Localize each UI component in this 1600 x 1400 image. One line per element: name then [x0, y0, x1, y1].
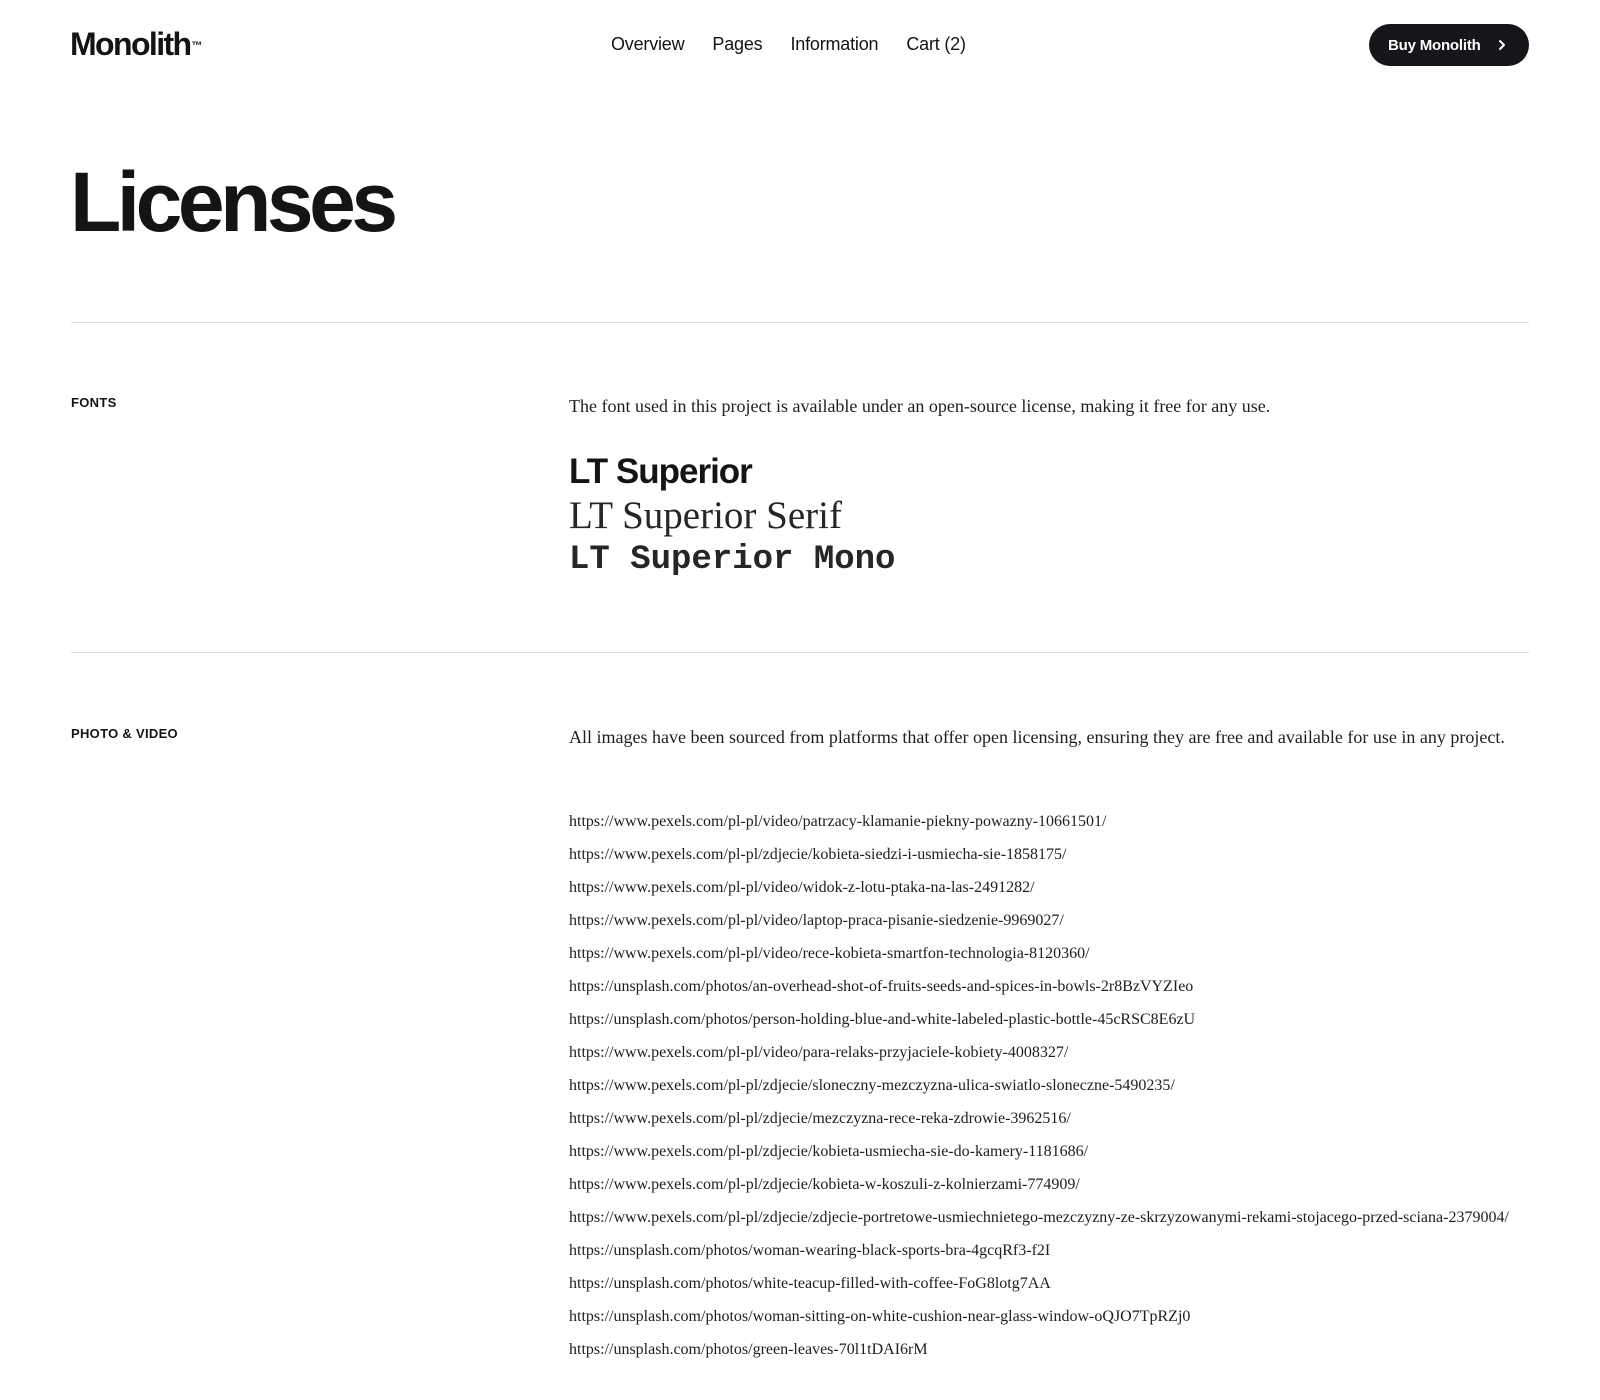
source-link[interactable]: https://unsplash.com/photos/green-leaves…: [569, 1341, 928, 1358]
list-item: https://unsplash.com/photos/woman-sittin…: [569, 1305, 1529, 1329]
source-link[interactable]: https://www.pexels.com/pl-pl/zdjecie/kob…: [569, 1176, 1080, 1193]
source-link[interactable]: https://www.pexels.com/pl-pl/video/widok…: [569, 879, 1035, 896]
list-item: https://unsplash.com/photos/woman-wearin…: [569, 1239, 1529, 1263]
logo-trademark: ™: [191, 40, 203, 52]
source-link[interactable]: https://unsplash.com/photos/person-holdi…: [569, 1011, 1195, 1028]
source-link[interactable]: https://www.pexels.com/pl-pl/zdjecie/kob…: [569, 846, 1067, 863]
list-item: https://www.pexels.com/pl-pl/video/rece-…: [569, 942, 1529, 966]
page-title: Licenses: [70, 155, 398, 249]
list-item: https://www.pexels.com/pl-pl/zdjecie/zdj…: [569, 1206, 1529, 1230]
main-nav: Overview Pages Information Cart (2): [611, 33, 966, 55]
list-item: https://unsplash.com/photos/green-leaves…: [569, 1338, 1529, 1362]
list-item: https://www.pexels.com/pl-pl/zdjecie/slo…: [569, 1074, 1529, 1098]
source-link[interactable]: https://www.pexels.com/pl-pl/zdjecie/slo…: [569, 1077, 1175, 1094]
source-link[interactable]: https://unsplash.com/photos/white-teacup…: [569, 1275, 1051, 1292]
list-item: https://www.pexels.com/pl-pl/video/widok…: [569, 876, 1529, 900]
logo-text: Monolith: [70, 26, 192, 62]
source-link[interactable]: https://www.pexels.com/pl-pl/video/para-…: [569, 1044, 1068, 1061]
list-item: https://www.pexels.com/pl-pl/video/lapto…: [569, 909, 1529, 933]
logo[interactable]: Monolith™: [70, 26, 202, 62]
font-sample-mono: LT Superior Mono: [569, 541, 896, 579]
nav-cart[interactable]: Cart (2): [906, 33, 966, 55]
nav-overview[interactable]: Overview: [611, 33, 685, 55]
source-link[interactable]: https://www.pexels.com/pl-pl/zdjecie/mez…: [569, 1110, 1071, 1127]
fonts-section-label: FONTS: [71, 395, 117, 410]
source-link[interactable]: https://unsplash.com/photos/woman-sittin…: [569, 1308, 1190, 1325]
list-item: https://www.pexels.com/pl-pl/video/para-…: [569, 1041, 1529, 1065]
list-item: https://unsplash.com/photos/person-holdi…: [569, 1008, 1529, 1032]
buy-monolith-button[interactable]: Buy Monolith: [1369, 24, 1529, 66]
list-item: https://www.pexels.com/pl-pl/zdjecie/kob…: [569, 1140, 1529, 1164]
font-sample-serif: LT Superior Serif: [569, 494, 842, 537]
list-item: https://unsplash.com/photos/an-overhead-…: [569, 975, 1529, 999]
divider-top: [71, 322, 1529, 323]
font-sample-sans: LT Superior: [569, 452, 753, 491]
site-header: Monolith™ Overview Pages Information Car…: [0, 0, 1600, 90]
source-link[interactable]: https://www.pexels.com/pl-pl/video/rece-…: [569, 945, 1090, 962]
nav-information[interactable]: Information: [790, 33, 878, 55]
source-link[interactable]: https://www.pexels.com/pl-pl/video/lapto…: [569, 912, 1064, 929]
buy-button-label: Buy Monolith: [1388, 36, 1481, 54]
photo-video-intro: All images have been sourced from platfo…: [569, 727, 1505, 747]
divider-middle: [71, 652, 1529, 653]
source-link[interactable]: https://www.pexels.com/pl-pl/zdjecie/kob…: [569, 1143, 1088, 1160]
source-link[interactable]: https://unsplash.com/photos/woman-wearin…: [569, 1242, 1050, 1259]
source-link[interactable]: https://www.pexels.com/pl-pl/video/patrz…: [569, 813, 1106, 830]
chevron-right-icon: [1499, 40, 1505, 50]
source-link-list: https://www.pexels.com/pl-pl/video/patrz…: [569, 810, 1529, 1371]
list-item: https://www.pexels.com/pl-pl/video/patrz…: [569, 810, 1529, 834]
list-item: https://www.pexels.com/pl-pl/zdjecie/kob…: [569, 843, 1529, 867]
source-link[interactable]: https://unsplash.com/photos/an-overhead-…: [569, 978, 1193, 995]
list-item: https://www.pexels.com/pl-pl/zdjecie/kob…: [569, 1173, 1529, 1197]
list-item: https://www.pexels.com/pl-pl/zdjecie/mez…: [569, 1107, 1529, 1131]
source-link[interactable]: https://www.pexels.com/pl-pl/zdjecie/zdj…: [569, 1209, 1509, 1226]
photo-video-section-label: PHOTO & VIDEO: [71, 726, 178, 741]
list-item: https://unsplash.com/photos/white-teacup…: [569, 1272, 1529, 1296]
fonts-intro: The font used in this project is availab…: [569, 396, 1271, 416]
nav-pages[interactable]: Pages: [712, 33, 762, 55]
